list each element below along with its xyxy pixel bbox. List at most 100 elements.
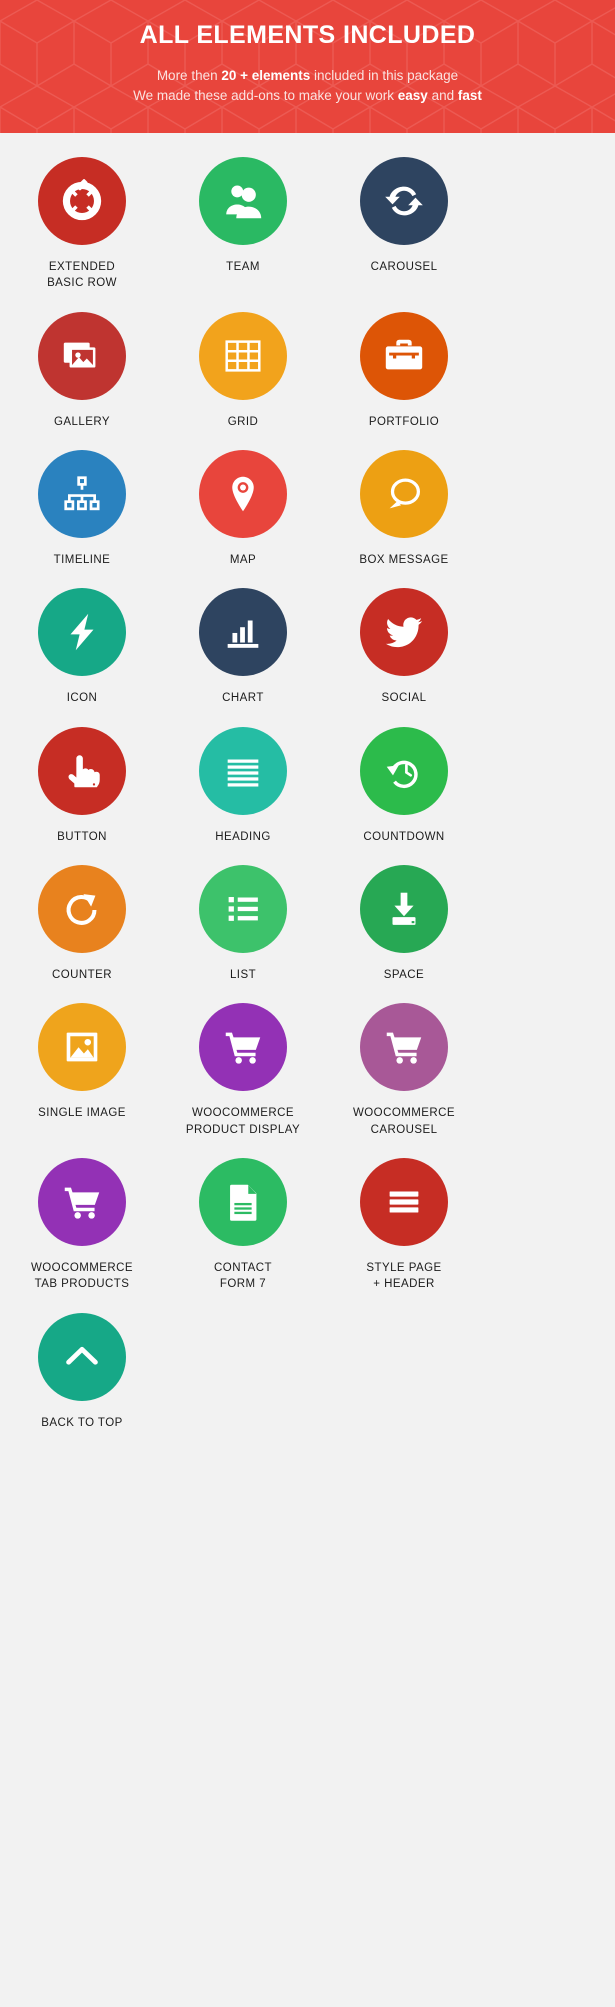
chevron-up-icon-circle[interactable] <box>38 1312 126 1401</box>
briefcase-icon-circle[interactable] <box>360 311 448 400</box>
lightning-bolt-icon-circle[interactable] <box>38 588 126 677</box>
map-pin-icon-circle[interactable] <box>199 449 287 538</box>
element-card-label: COUNTDOWN <box>363 830 445 843</box>
element-card[interactable]: MAP <box>164 449 322 588</box>
heading-lines-icon-circle[interactable] <box>199 726 287 815</box>
element-card-label: CHART <box>222 692 264 705</box>
element-card-label: SINGLE IMAGE <box>38 1107 126 1120</box>
subtitle-line2-mid: and <box>427 88 458 104</box>
single-image-icon <box>59 1024 105 1070</box>
shopping-cart-icon <box>381 1024 427 1070</box>
refresh-cycle-icon <box>381 178 427 224</box>
element-card-label: BACK TO TOP <box>41 1416 123 1429</box>
element-card-label: LIST <box>229 968 257 981</box>
users-icon-circle[interactable] <box>199 157 287 245</box>
element-card[interactable]: LIST <box>164 864 322 1003</box>
users-icon <box>220 178 266 224</box>
bar-chart-icon <box>220 609 266 655</box>
element-card-label: PORTFOLIO <box>368 415 440 428</box>
element-card[interactable]: BOX MESSAGE <box>325 449 483 588</box>
element-card[interactable]: HEADING <box>164 726 322 865</box>
twitter-bird-icon-circle[interactable] <box>360 588 448 677</box>
elements-grid: EXTENDED BASIC ROW TEAM CAROUSEL GALLERY… <box>0 133 615 1471</box>
download-tray-icon-circle[interactable] <box>360 864 448 953</box>
element-card[interactable]: COUNTDOWN <box>325 726 483 865</box>
element-card[interactable]: STYLE PAGE + HEADER <box>325 1157 483 1313</box>
element-card-label: EXTENDED BASIC ROW <box>47 261 117 290</box>
element-card[interactable]: BUTTON <box>3 726 161 865</box>
grid-table-icon <box>220 333 266 379</box>
element-card[interactable]: SOCIAL <box>325 588 483 726</box>
subtitle-line1-strong: 20 + elements <box>221 67 311 83</box>
element-card[interactable]: SINGLE IMAGE <box>3 1003 161 1158</box>
shopping-cart-icon-circle[interactable] <box>38 1157 126 1246</box>
page-title: ALL ELEMENTS INCLUDED <box>139 21 476 49</box>
subtitle-line2-strong-fast: fast <box>457 88 482 104</box>
hamburger-menu-icon-circle[interactable] <box>360 1157 448 1246</box>
element-card[interactable]: WOOCOMMERCE PRODUCT DISPLAY <box>164 1003 322 1158</box>
element-card-label: TIMELINE <box>53 553 111 566</box>
counter-reload-icon <box>59 886 105 932</box>
bar-chart-icon-circle[interactable] <box>199 588 287 677</box>
element-card[interactable]: WOOCOMMERCE TAB PRODUCTS <box>3 1157 161 1313</box>
subtitle-line2-strong-easy: easy <box>397 88 428 104</box>
shopping-cart-icon-circle[interactable] <box>199 1003 287 1092</box>
twitter-bird-icon <box>381 609 427 655</box>
element-card[interactable]: EXTENDED BASIC ROW <box>3 157 161 312</box>
element-card-label: WOOCOMMERCE PRODUCT DISPLAY <box>185 1107 301 1136</box>
element-card[interactable]: PORTFOLIO <box>325 311 483 450</box>
element-card[interactable]: WOOCOMMERCE CAROUSEL <box>325 1003 483 1158</box>
chevron-up-icon <box>59 1334 105 1380</box>
bullet-list-icon <box>220 886 266 932</box>
subtitle-line2-pre: We made these add-ons to make your work <box>133 88 398 104</box>
element-card-label: BUTTON <box>57 830 107 843</box>
subtitle-line-2: We made these add-ons to make your work … <box>133 86 482 107</box>
element-card[interactable]: BACK TO TOP <box>3 1312 161 1451</box>
shopping-cart-icon <box>59 1179 105 1225</box>
element-card-label: SPACE <box>383 968 425 981</box>
document-file-icon-circle[interactable] <box>199 1157 287 1246</box>
download-tray-icon <box>381 886 427 932</box>
element-card[interactable]: TIMELINE <box>3 449 161 588</box>
gallery-images-icon-circle[interactable] <box>38 311 126 400</box>
pointing-hand-icon <box>59 748 105 794</box>
element-card[interactable]: CHART <box>164 588 322 726</box>
element-card[interactable]: CAROUSEL <box>325 157 483 312</box>
single-image-icon-circle[interactable] <box>38 1003 126 1092</box>
refresh-cycle-icon-circle[interactable] <box>360 157 448 245</box>
element-card-label: STYLE PAGE + HEADER <box>366 1261 442 1291</box>
element-card[interactable]: ICON <box>3 588 161 726</box>
element-card[interactable]: SPACE <box>325 864 483 1003</box>
gallery-images-icon <box>59 333 105 379</box>
chat-bubble-icon-circle[interactable] <box>360 449 448 538</box>
element-card[interactable]: GRID <box>164 311 322 450</box>
element-card-label: BOX MESSAGE <box>359 553 449 566</box>
counter-reload-icon-circle[interactable] <box>38 864 126 953</box>
grid-table-icon-circle[interactable] <box>199 311 287 400</box>
element-card[interactable]: GALLERY <box>3 311 161 450</box>
element-card[interactable]: TEAM <box>164 157 322 312</box>
lightning-bolt-icon <box>59 609 105 655</box>
element-card-label: WOOCOMMERCE CAROUSEL <box>352 1107 456 1136</box>
subtitle-line-1: More then 20 + elements included in this… <box>133 66 482 87</box>
shopping-cart-icon-circle[interactable] <box>360 1003 448 1092</box>
sitemap-icon-circle[interactable] <box>38 449 126 538</box>
subtitle-line1-pre: More then <box>156 67 222 83</box>
hamburger-menu-icon <box>381 1179 427 1225</box>
element-card-label: COUNTER <box>51 968 112 981</box>
element-card-label: CONTACT FORM 7 <box>214 1261 272 1291</box>
sitemap-icon <box>59 471 105 517</box>
element-card[interactable]: CONTACT FORM 7 <box>164 1157 322 1313</box>
page-subtitle: More then 20 + elements included in this… <box>133 66 482 108</box>
shopping-cart-icon <box>220 1024 266 1070</box>
lifebuoy-icon-circle[interactable] <box>38 157 126 245</box>
bullet-list-icon-circle[interactable] <box>199 864 287 953</box>
element-card[interactable]: COUNTER <box>3 864 161 1003</box>
element-card-label: GALLERY <box>54 415 110 428</box>
countdown-clock-icon-circle[interactable] <box>360 726 448 815</box>
element-card-label: SOCIAL <box>381 692 427 705</box>
pointing-hand-icon-circle[interactable] <box>38 726 126 815</box>
page-header: ALL ELEMENTS INCLUDED More then 20 + ele… <box>0 0 615 133</box>
element-card-label: MAP <box>229 553 257 566</box>
element-card-label: TEAM <box>226 261 260 273</box>
